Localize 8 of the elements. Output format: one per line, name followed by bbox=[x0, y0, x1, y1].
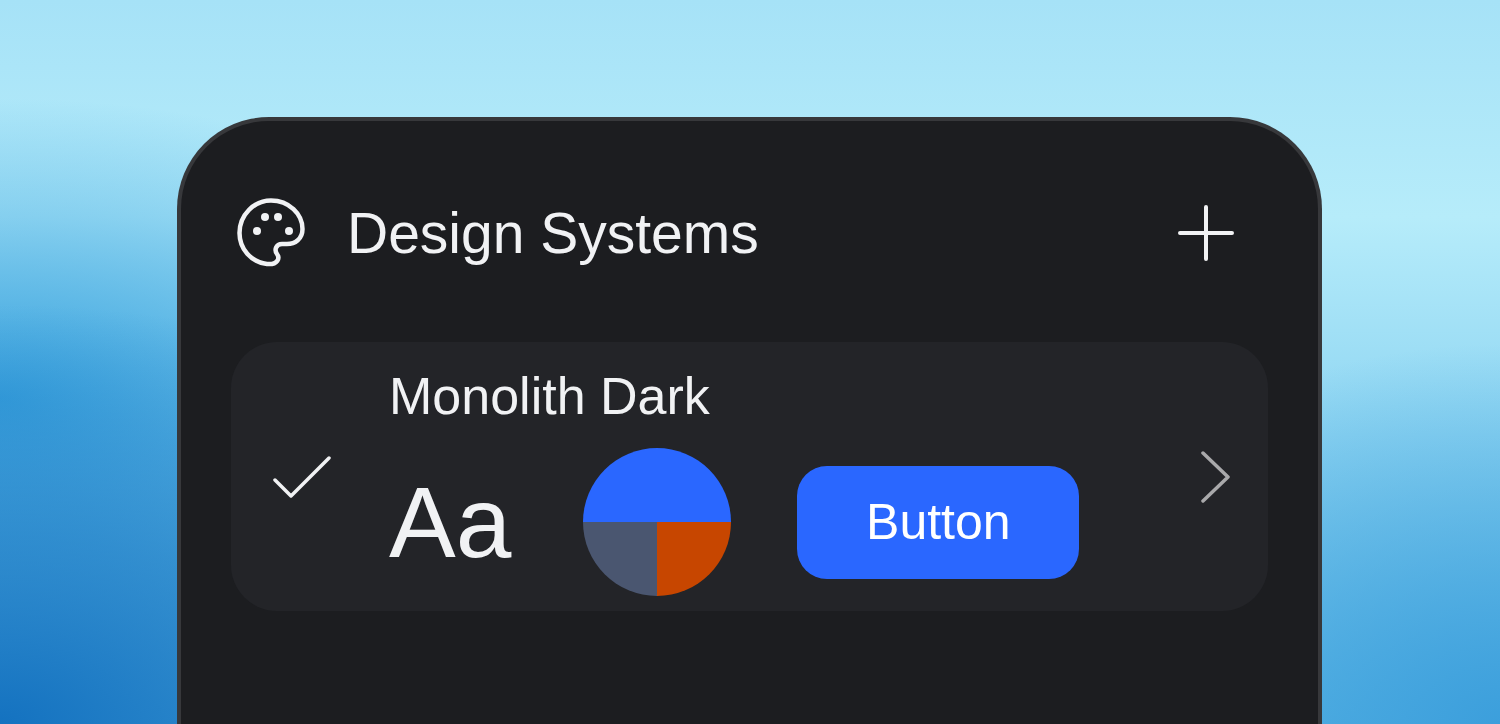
type-sample: Aa bbox=[389, 472, 512, 572]
sample-button: Button bbox=[797, 465, 1080, 579]
system-name: Monolith Dark bbox=[389, 370, 710, 422]
plus-icon bbox=[1178, 205, 1234, 261]
palette-icon bbox=[237, 198, 305, 268]
chevron-right-icon[interactable] bbox=[1201, 450, 1231, 503]
design-system-card[interactable]: Monolith Dark Aa Button bbox=[231, 342, 1268, 611]
add-button[interactable] bbox=[1178, 205, 1234, 261]
